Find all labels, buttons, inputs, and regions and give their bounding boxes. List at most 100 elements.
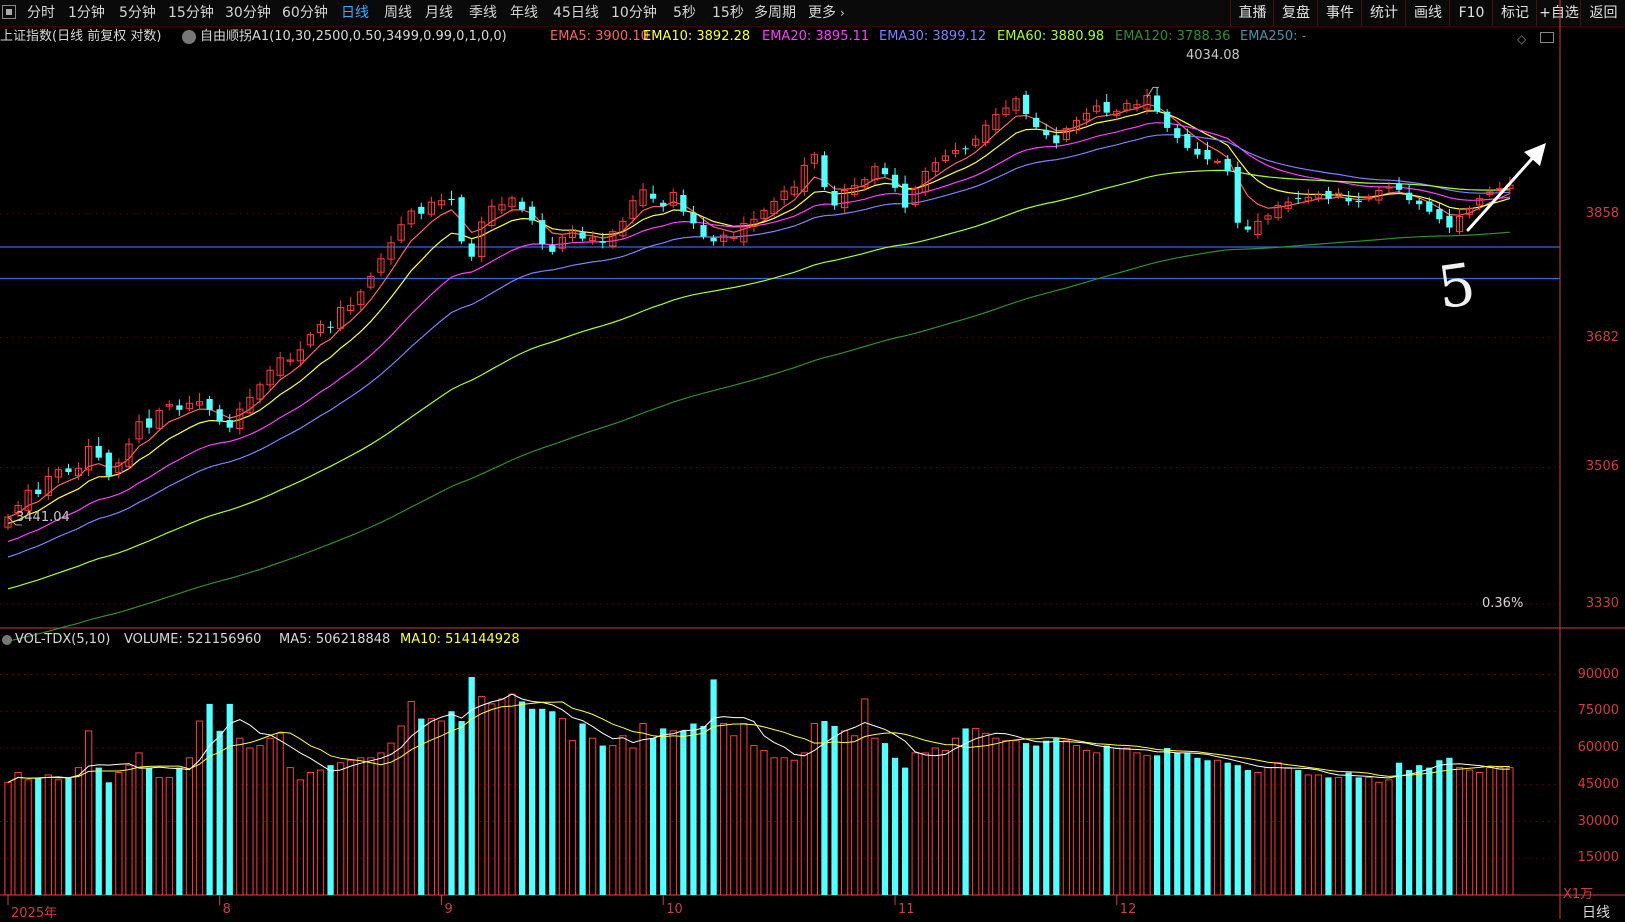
candle-body bbox=[1426, 201, 1433, 212]
x-label-1: 8 bbox=[222, 902, 231, 917]
volume-bar bbox=[377, 752, 385, 896]
candle-body bbox=[1234, 167, 1241, 223]
candle-body bbox=[549, 245, 556, 252]
volume-bar bbox=[972, 727, 980, 896]
volume-bar bbox=[35, 777, 42, 895]
candle-body bbox=[579, 232, 586, 239]
volume-bar bbox=[951, 737, 960, 896]
candle-body bbox=[539, 220, 546, 245]
volume-bar bbox=[1385, 779, 1393, 896]
ema-line-10 bbox=[7, 110, 1511, 524]
volume-bar bbox=[54, 779, 63, 896]
candle-body bbox=[821, 155, 828, 188]
volume-tick-5: 15000 bbox=[1577, 850, 1619, 866]
volume-bar bbox=[1153, 755, 1161, 895]
candle-body bbox=[1224, 158, 1231, 172]
candle-body bbox=[881, 168, 889, 175]
candle-body bbox=[226, 420, 233, 428]
volume-bar bbox=[831, 725, 838, 895]
candle-body bbox=[891, 174, 899, 188]
volume-bar bbox=[1234, 765, 1241, 895]
volume-bar bbox=[539, 708, 546, 895]
volume-bar bbox=[1426, 767, 1433, 895]
arrow-shaft bbox=[1466, 150, 1540, 232]
candle-body bbox=[1033, 117, 1040, 128]
volume-bar bbox=[1345, 772, 1352, 895]
price-tick-0: 3858 bbox=[1585, 205, 1619, 221]
volume-bar bbox=[407, 700, 415, 896]
candle-body bbox=[1395, 184, 1403, 190]
volume-bar bbox=[1224, 762, 1231, 895]
volume-bar bbox=[1053, 738, 1060, 895]
volume-bar bbox=[1204, 760, 1211, 895]
candle-body bbox=[1385, 186, 1393, 189]
volume-bar bbox=[1012, 740, 1020, 896]
candle-body bbox=[660, 202, 667, 207]
volume-bar bbox=[730, 735, 738, 896]
volume-bar bbox=[1365, 776, 1373, 896]
candle-body bbox=[1164, 111, 1171, 128]
volume-bar bbox=[518, 701, 526, 895]
volume-bar bbox=[145, 767, 153, 895]
candle-body bbox=[1355, 200, 1362, 203]
volume-bar bbox=[1446, 757, 1453, 895]
volume-bar bbox=[1334, 776, 1343, 896]
volume-bar bbox=[911, 752, 919, 896]
trend-arrow-annotation bbox=[1466, 143, 1546, 232]
candle-body bbox=[518, 201, 526, 210]
candle-body bbox=[1184, 134, 1191, 148]
volume-bar bbox=[74, 767, 83, 896]
volume-bar bbox=[85, 730, 93, 896]
candle-body bbox=[145, 418, 153, 428]
volume-bar bbox=[347, 759, 355, 896]
candle-body bbox=[327, 326, 334, 328]
volume-bar bbox=[529, 708, 536, 895]
volume-bar bbox=[639, 723, 647, 896]
volume-bar bbox=[579, 723, 586, 895]
volume-bar bbox=[558, 718, 567, 896]
volume-bar bbox=[508, 693, 516, 896]
candle-body bbox=[710, 237, 717, 242]
volume-unit-label: X1万 bbox=[1563, 887, 1594, 902]
volume-bar bbox=[710, 679, 717, 895]
volume-bar bbox=[690, 723, 697, 895]
vol-toggle-icon[interactable] bbox=[2, 635, 12, 645]
candle-body bbox=[700, 225, 707, 237]
volume-bar bbox=[1043, 740, 1050, 895]
volume-tick-2: 60000 bbox=[1577, 740, 1619, 755]
volume-bar bbox=[176, 767, 183, 895]
volume-bar bbox=[216, 730, 223, 895]
volume-bar bbox=[1062, 740, 1071, 896]
candle-body bbox=[1022, 94, 1030, 114]
volume-bar bbox=[1143, 754, 1151, 896]
volume-bar bbox=[1244, 770, 1251, 895]
candle-body bbox=[690, 212, 697, 224]
volume-bar bbox=[1295, 770, 1302, 895]
volume-tick-4: 30000 bbox=[1577, 813, 1619, 829]
volume-bar bbox=[397, 725, 405, 896]
candle-body bbox=[962, 148, 969, 150]
vol-ma5: MA5: 506218848 bbox=[279, 632, 391, 647]
volume-bar bbox=[1395, 762, 1403, 895]
volume-bar bbox=[1093, 752, 1101, 896]
candle-body bbox=[65, 468, 72, 472]
volume-bar bbox=[901, 767, 909, 895]
volume-bar bbox=[568, 740, 577, 896]
candle-body bbox=[529, 206, 536, 221]
volume-bar bbox=[488, 703, 496, 896]
candle-body bbox=[1153, 95, 1161, 112]
volume-bar bbox=[296, 779, 304, 896]
volume-bar bbox=[1213, 759, 1222, 896]
volume-bar bbox=[740, 723, 748, 896]
volume-bar bbox=[1496, 767, 1504, 896]
ema-line-120 bbox=[7, 231, 1510, 642]
volume-bar bbox=[881, 743, 889, 895]
candle-body bbox=[418, 206, 425, 214]
volume-bar bbox=[327, 765, 334, 895]
volume-bar bbox=[891, 757, 899, 895]
volume-bar bbox=[458, 721, 465, 895]
candle-body bbox=[216, 409, 223, 422]
volume-bar bbox=[851, 735, 859, 896]
vol-ma10: MA10: 514144928 bbox=[400, 632, 520, 647]
volume-bar bbox=[115, 772, 123, 896]
